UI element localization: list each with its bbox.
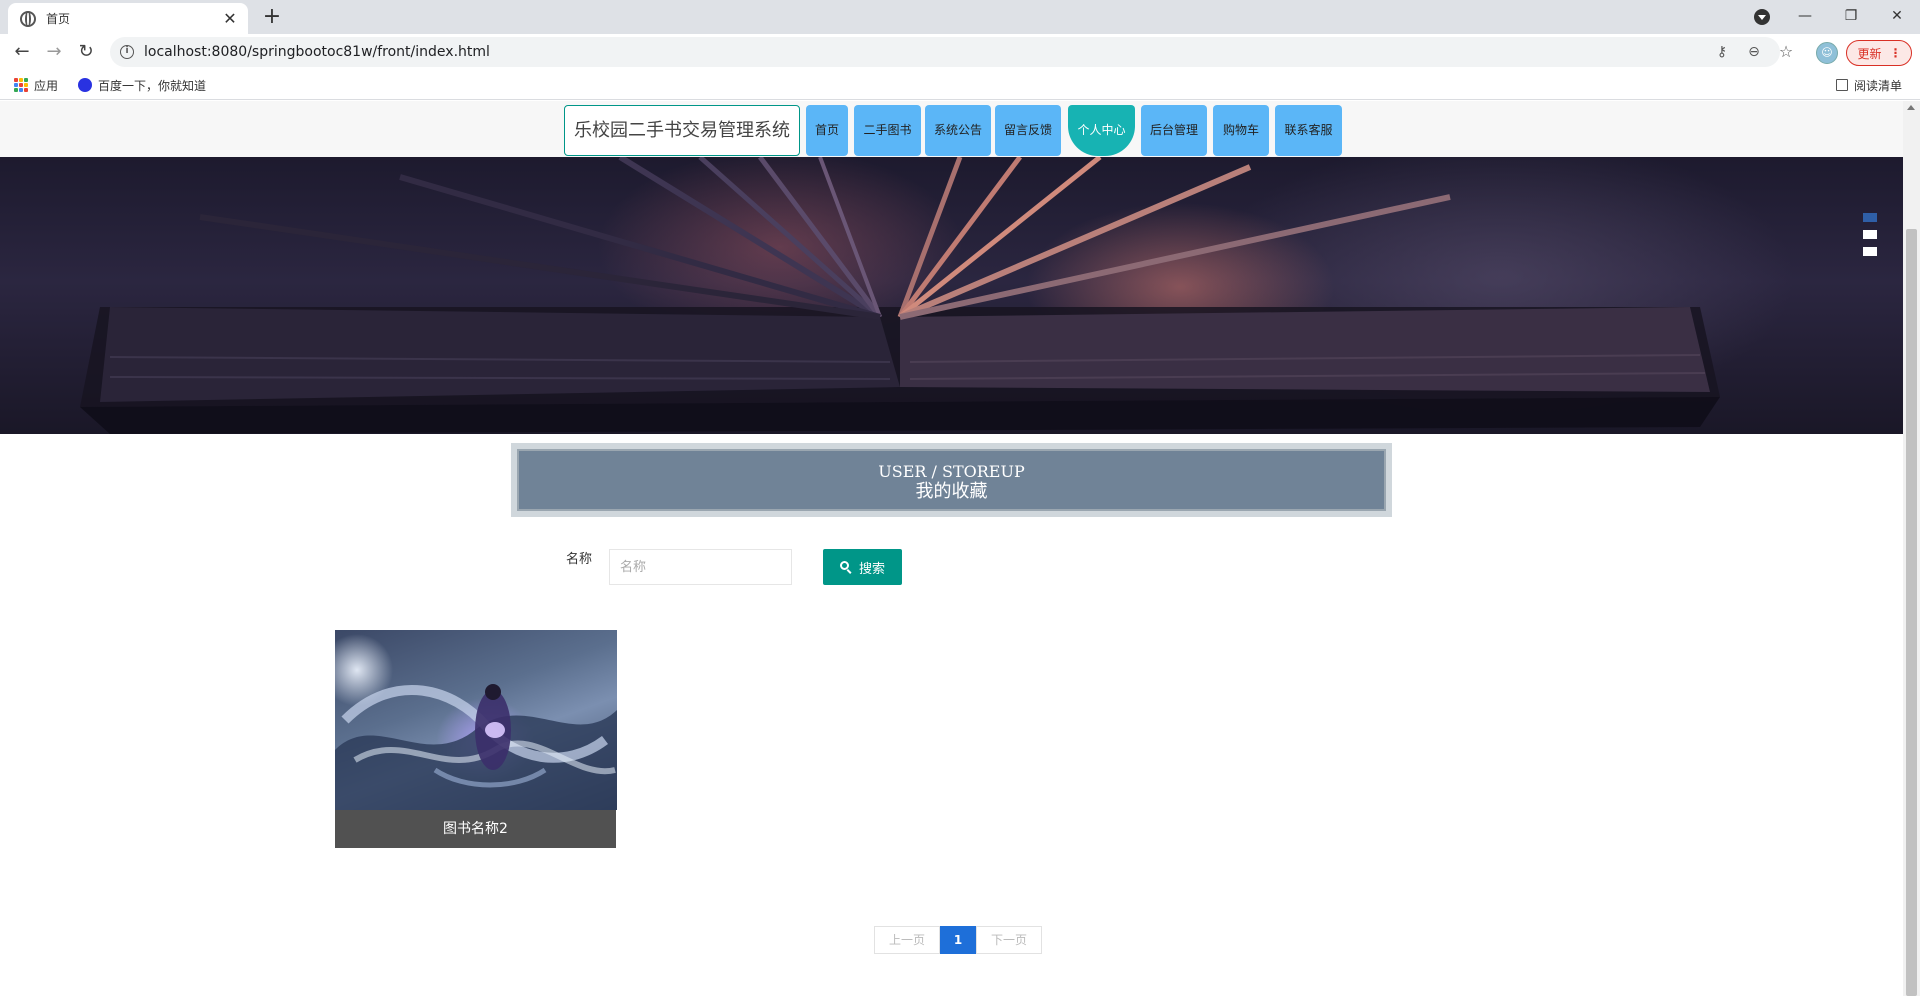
page-viewport: 乐校园二手书交易管理系统 首页 二手图书 系统公告 留言反馈 个人中心 后台管理… <box>0 101 1920 996</box>
nav-cart[interactable]: 购物车 <box>1213 105 1269 156</box>
search-name-label: 名称 <box>566 552 593 567</box>
reading-list-icon <box>1836 79 1848 91</box>
nav-feedback[interactable]: 留言反馈 <box>995 105 1061 156</box>
zoom-icon[interactable]: ⊖ <box>1742 37 1766 67</box>
nav-admin[interactable]: 后台管理 <box>1141 105 1207 156</box>
bookmark-baidu-label: 百度一下，你就知道 <box>98 78 207 93</box>
section-title-cn: 我的收藏 <box>915 481 988 502</box>
book-cover-art <box>335 684 617 810</box>
browser-tab-bar: 首页 ✕ + — ❐ ✕ <box>0 0 1920 34</box>
carousel-dot-3[interactable] <box>1863 247 1877 256</box>
minimize-icon[interactable]: — <box>1782 0 1828 34</box>
page-scrollbar[interactable] <box>1903 101 1920 996</box>
section-title-box: USER / STOREUP 我的收藏 <box>511 443 1392 517</box>
search-button-label: 搜索 <box>858 561 885 577</box>
tab-title: 首页 <box>46 12 71 26</box>
close-window-icon[interactable]: ✕ <box>1874 0 1920 34</box>
more-menu-icon: ⋮ <box>1889 46 1902 60</box>
site-header: 乐校园二手书交易管理系统 首页 二手图书 系统公告 留言反馈 个人中心 后台管理… <box>0 101 1903 157</box>
section-title-en: USER / STOREUP <box>878 462 1025 481</box>
current-page[interactable]: 1 <box>940 926 977 954</box>
close-tab-icon[interactable]: ✕ <box>222 9 238 28</box>
globe-icon <box>20 10 36 27</box>
baidu-paw-icon <box>78 78 92 92</box>
forward-icon[interactable]: → <box>40 38 68 66</box>
nav-announcements[interactable]: 系统公告 <box>925 105 991 156</box>
book-title[interactable]: 图书名称2 <box>335 810 616 848</box>
nav-customer-service[interactable]: 联系客服 <box>1275 105 1342 156</box>
bookmarks-bar: 应用 百度一下，你就知道 阅读清单 <box>0 70 1920 100</box>
nav-personal-center[interactable]: 个人中心 <box>1068 105 1135 156</box>
update-button[interactable]: 更新 ⋮ <box>1846 40 1912 66</box>
address-bar[interactable]: i localhost:8080/springbootoc81w/front/i… <box>110 37 1793 67</box>
pagination: 上一页 1 下一页 <box>874 926 1043 954</box>
back-icon[interactable]: ← <box>8 38 36 66</box>
new-tab-icon[interactable]: + <box>258 4 286 32</box>
tab-search-icon[interactable] <box>1754 9 1770 25</box>
site-title[interactable]: 乐校园二手书交易管理系统 <box>564 105 800 156</box>
apps-grid-icon <box>14 78 28 92</box>
address-url[interactable]: localhost:8080/springbootoc81w/front/ind… <box>144 44 490 60</box>
reading-list[interactable]: 阅读清单 <box>1836 70 1902 100</box>
key-icon[interactable]: ⚷ <box>1710 37 1734 67</box>
carousel-indicators <box>1863 213 1877 264</box>
open-book-illustration <box>80 157 1720 434</box>
browser-toolbar: ← → ↻ i localhost:8080/springbootoc81w/f… <box>0 34 1920 70</box>
bookmark-apps-label: 应用 <box>34 78 59 93</box>
next-page-button[interactable]: 下一页 <box>976 926 1043 954</box>
banner-carousel <box>0 157 1903 434</box>
book-cover-image[interactable] <box>335 630 617 810</box>
carousel-dot-2[interactable] <box>1863 230 1877 239</box>
scroll-thumb[interactable] <box>1906 229 1917 996</box>
info-icon[interactable]: i <box>120 45 134 59</box>
restore-icon[interactable]: ❐ <box>1828 0 1874 34</box>
star-icon[interactable]: ☆ <box>1774 37 1798 67</box>
browser-tab[interactable]: 首页 ✕ <box>8 3 248 34</box>
update-label: 更新 <box>1857 46 1882 61</box>
nav-used-books[interactable]: 二手图书 <box>854 105 921 156</box>
bookmark-baidu[interactable]: 百度一下，你就知道 <box>78 70 206 100</box>
favorite-book-card[interactable]: 图书名称2 <box>335 630 617 848</box>
profile-avatar-icon[interactable]: ☺ <box>1816 42 1838 64</box>
reload-icon[interactable]: ↻ <box>72 38 100 66</box>
search-name-input[interactable] <box>609 549 792 585</box>
search-button[interactable]: 搜索 <box>823 549 902 585</box>
nav-home[interactable]: 首页 <box>806 105 848 156</box>
carousel-dot-1[interactable] <box>1863 213 1877 222</box>
search-icon <box>839 560 853 574</box>
reading-list-label: 阅读清单 <box>1854 78 1903 93</box>
section-title-inner: USER / STOREUP 我的收藏 <box>517 449 1386 511</box>
prev-page-button[interactable]: 上一页 <box>874 926 941 954</box>
scroll-up-icon[interactable] <box>1907 105 1915 110</box>
bookmark-apps[interactable]: 应用 <box>14 70 58 100</box>
